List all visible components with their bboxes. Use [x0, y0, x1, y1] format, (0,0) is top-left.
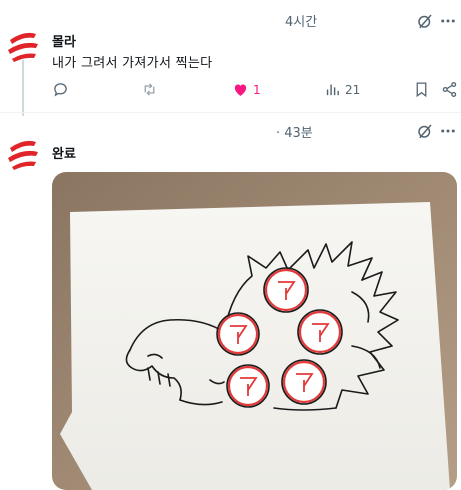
post-time[interactable]: 4시간 [285, 11, 317, 30]
post-divider [0, 112, 461, 113]
author-name[interactable]: 몰라 [52, 31, 76, 50]
views-icon [326, 84, 339, 96]
heart-icon [234, 84, 247, 96]
post-text: 내가 그려서 가져가서 찍는다 [52, 56, 213, 71]
reply-button[interactable] [52, 81, 73, 98]
views-button[interactable]: 21 [324, 81, 360, 98]
bookmark-icon[interactable] [413, 81, 430, 98]
share-icon[interactable] [441, 81, 458, 98]
more-icon[interactable] [439, 12, 457, 30]
more-icon[interactable] [439, 122, 457, 140]
avatar[interactable] [6, 28, 40, 62]
thread-line [22, 60, 24, 116]
retweet-icon [144, 83, 155, 96]
reply-icon [54, 83, 67, 97]
post-photo[interactable] [52, 172, 457, 490]
author-name[interactable]: 완료 [52, 143, 76, 162]
view-count: 21 [345, 82, 361, 97]
photo-image [52, 172, 457, 490]
post-time[interactable]: · 43분 [276, 122, 313, 141]
grok-icon[interactable] [416, 122, 434, 140]
avatar[interactable] [6, 136, 40, 170]
retweet-button[interactable] [141, 81, 162, 98]
like-count: 1 [253, 82, 261, 97]
grok-icon[interactable] [416, 12, 434, 30]
like-button[interactable]: 1 [232, 81, 261, 98]
